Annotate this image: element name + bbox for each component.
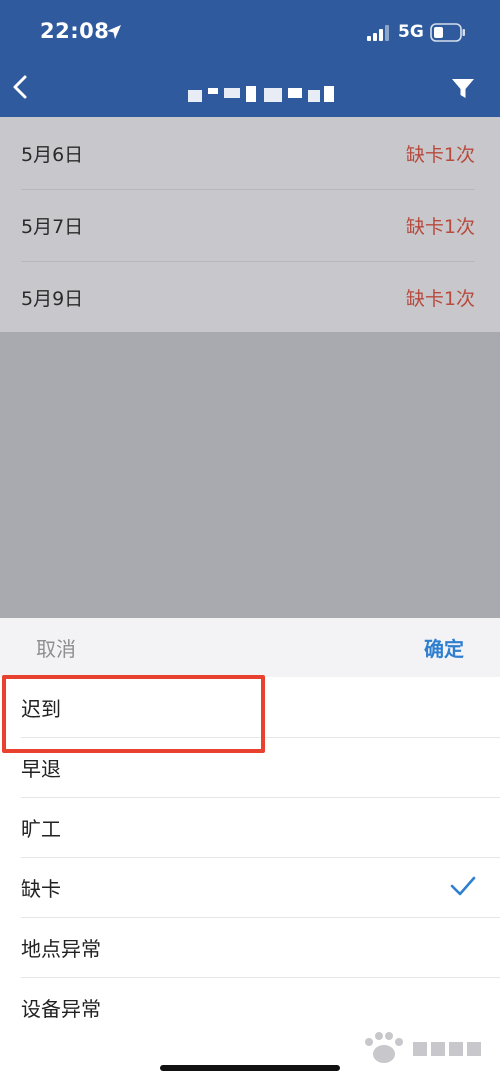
option-early-leave[interactable]: 早退 xyxy=(0,737,500,797)
record-row[interactable]: 5月7日 缺卡1次 xyxy=(0,189,500,261)
record-date: 5月6日 xyxy=(21,143,84,166)
nav-title-pixelated xyxy=(188,86,334,102)
option-label: 缺卡 xyxy=(21,876,61,901)
record-date: 5月7日 xyxy=(21,215,84,238)
option-label: 迟到 xyxy=(21,696,61,721)
record-row[interactable]: 5月9日 缺卡1次 xyxy=(0,261,500,333)
option-label: 早退 xyxy=(21,756,61,781)
picker-sheet: 取消 确定 迟到 早退 旷工 缺卡 地点异常 设备异常 xyxy=(0,618,500,1083)
watermark-logo xyxy=(365,1032,481,1063)
record-date: 5月9日 xyxy=(21,287,84,310)
status-bar: 22:08 5G xyxy=(0,0,500,64)
network-type: 5G xyxy=(398,22,424,42)
screen: 22:08 5G 5月6日 缺卡1次 5月7日 缺卡1次 5月9日 缺卡1次 取… xyxy=(0,0,500,1083)
battery-icon xyxy=(430,23,465,42)
picker-toolbar: 取消 确定 xyxy=(0,618,500,677)
record-status: 缺卡1次 xyxy=(405,215,475,238)
record-row[interactable]: 5月6日 缺卡1次 xyxy=(0,117,500,189)
nav-bar xyxy=(0,64,500,117)
location-arrow-icon xyxy=(107,25,121,39)
back-chevron-icon[interactable] xyxy=(8,72,32,102)
option-location-anomaly[interactable]: 地点异常 xyxy=(0,917,500,977)
option-late[interactable]: 迟到 xyxy=(0,677,500,737)
filter-funnel-icon[interactable] xyxy=(450,76,476,102)
signal-icon xyxy=(367,25,389,41)
record-status: 缺卡1次 xyxy=(405,287,475,310)
option-label: 设备异常 xyxy=(21,996,101,1021)
option-label: 地点异常 xyxy=(21,936,101,961)
home-indicator[interactable] xyxy=(160,1065,340,1071)
option-label: 旷工 xyxy=(21,816,61,841)
checkmark-icon xyxy=(450,876,476,896)
confirm-button[interactable]: 确定 xyxy=(424,633,464,662)
app-header: 22:08 5G xyxy=(0,0,500,117)
cancel-button[interactable]: 取消 xyxy=(36,633,76,662)
record-list: 5月6日 缺卡1次 5月7日 缺卡1次 5月9日 缺卡1次 xyxy=(0,117,500,332)
option-absent[interactable]: 旷工 xyxy=(0,797,500,857)
option-missing-punch[interactable]: 缺卡 xyxy=(0,857,500,917)
status-time: 22:08 xyxy=(40,19,110,43)
record-status: 缺卡1次 xyxy=(405,143,475,166)
